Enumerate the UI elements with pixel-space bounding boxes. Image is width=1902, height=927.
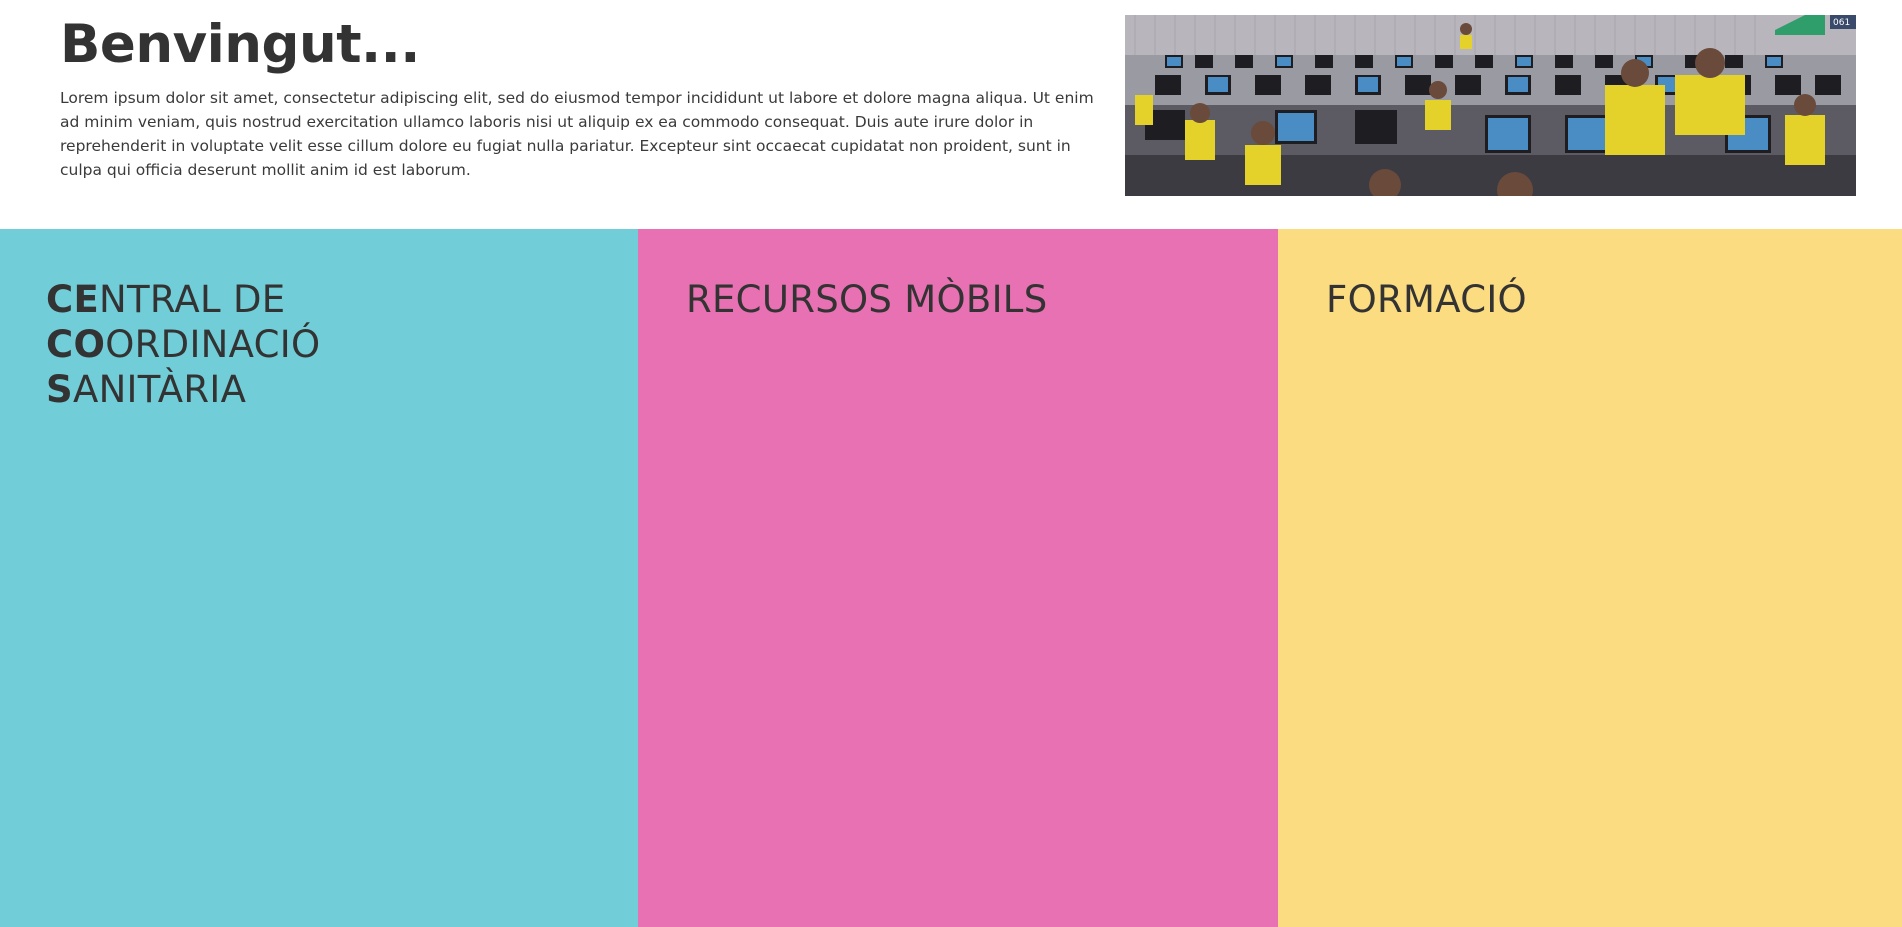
intro-text: Lorem ipsum dolor sit amet, consectetur … — [60, 89, 1094, 179]
image-overlay-text: 061 — [1833, 18, 1850, 28]
welcome-title: Benvingut... — [60, 14, 420, 75]
sections-panels: CENTRAL DE COORDINACIÓ SANITÀRIA RECURSO… — [0, 229, 1902, 927]
panel-central-coordinacio-sanitaria[interactable]: CENTRAL DE COORDINACIÓ SANITÀRIA — [0, 229, 638, 927]
panel-recursos-mobils[interactable]: RECURSOS MÒBILS — [638, 229, 1278, 927]
panel-formacio[interactable]: FORMACIÓ — [1278, 229, 1902, 927]
panel-title-central-coordinacio-sanitaria: CENTRAL DE COORDINACIÓ SANITÀRIA — [46, 278, 321, 411]
panel-title-formacio: FORMACIÓ — [1326, 278, 1527, 321]
hero-image: 061 — [1125, 15, 1856, 196]
header: Benvingut... Lorem ipsum dolor sit amet,… — [0, 0, 1902, 229]
panel-title-recursos-mobils: RECURSOS MÒBILS — [686, 278, 1048, 321]
